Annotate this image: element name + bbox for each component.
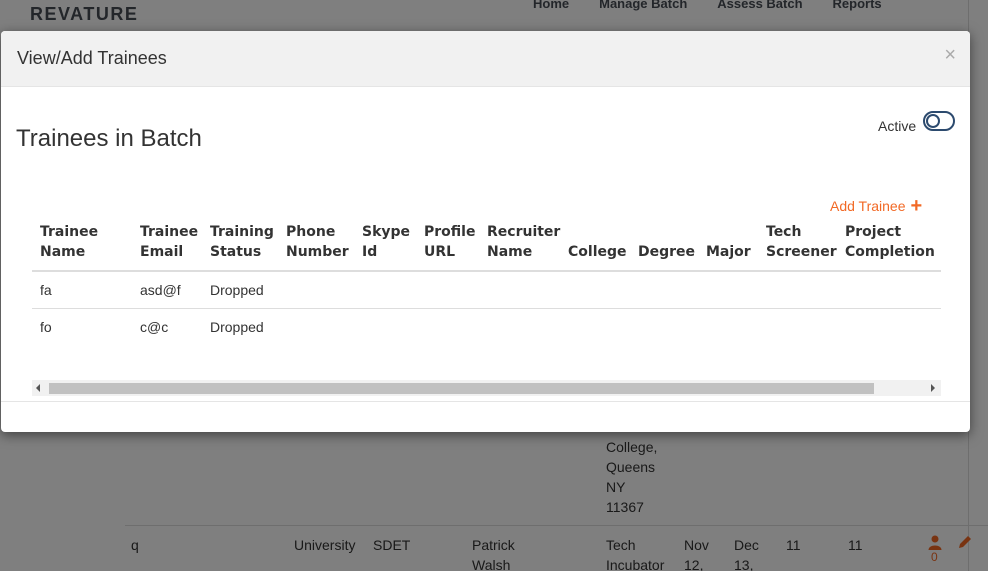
toggle-knob: [926, 114, 940, 128]
cell-tech-screener: [758, 271, 837, 308]
view-add-trainees-modal: View/Add Trainees × Trainees in Batch Ac…: [1, 31, 970, 432]
cell-college: [560, 271, 630, 308]
cell-training-status: Dropped: [202, 307, 278, 345]
cell-profile-url: [416, 307, 479, 345]
cell-degree: [630, 271, 698, 308]
scroll-right-icon[interactable]: [931, 384, 935, 392]
cell-recruiter-name: [479, 271, 560, 308]
horizontal-scrollbar[interactable]: [32, 380, 941, 396]
cell-trainee-email: asd@f: [140, 281, 181, 298]
cell-training-status: Dropped: [210, 281, 264, 298]
header-major[interactable]: Major: [698, 219, 758, 272]
cell-project-completion: [837, 271, 941, 308]
header-trainee-email[interactable]: Trainee Email: [132, 219, 202, 272]
section-title: Trainees in Batch: [16, 125, 202, 152]
cell-major: [698, 307, 758, 345]
trainees-table-container[interactable]: Trainee Name Trainee Email Training Status …: [32, 219, 941, 365]
active-label: Active: [878, 118, 917, 134]
table-row[interactable]: fo c@c Dropped: [32, 307, 941, 345]
cell-skype-id: [354, 307, 416, 345]
header-college[interactable]: College: [560, 219, 630, 272]
cell-phone-number: [278, 271, 354, 308]
cell-profile-url: [416, 271, 479, 308]
header-training-status[interactable]: Training Status: [202, 219, 278, 272]
scrollbar-thumb[interactable]: [49, 383, 874, 394]
table-row[interactable]: fa asd@f Dropped: [32, 271, 941, 308]
cell-trainee-name: fo: [32, 307, 132, 345]
cell-project-completion: [837, 307, 941, 345]
close-icon[interactable]: ×: [944, 45, 956, 65]
header-trainee-name[interactable]: Trainee Name: [32, 219, 132, 272]
cell-skype-id: [354, 271, 416, 308]
modal-footer: [1, 401, 970, 402]
cell-trainee-email: c@c: [132, 307, 202, 345]
header-tech-screener[interactable]: Tech Screener: [758, 219, 837, 272]
active-toggle[interactable]: [923, 111, 955, 131]
trainees-table: Trainee Name Trainee Email Training Status …: [32, 219, 941, 345]
table-header-row: Trainee Name Trainee Email Training Status …: [32, 219, 941, 272]
scroll-left-icon[interactable]: [36, 384, 40, 392]
header-phone-number[interactable]: Phone Number: [278, 219, 354, 272]
header-profile-url[interactable]: Profile URL: [416, 219, 479, 272]
plus-icon: +: [910, 195, 923, 217]
cell-college: [560, 307, 630, 345]
cell-major: [698, 271, 758, 308]
cell-trainee-name: fa: [40, 281, 52, 298]
header-project-completion[interactable]: Project Completion: [837, 219, 941, 272]
add-trainee-button[interactable]: Add Trainee +: [830, 195, 923, 217]
header-skype-id[interactable]: Skype Id: [354, 219, 416, 272]
header-degree[interactable]: Degree: [630, 219, 698, 272]
header-recruiter-name[interactable]: Recruiter Name: [479, 219, 560, 272]
cell-phone-number: [278, 307, 354, 345]
add-trainee-label: Add Trainee: [830, 198, 906, 214]
modal-header: View/Add Trainees ×: [1, 31, 970, 87]
cell-degree: [630, 307, 698, 345]
modal-title: View/Add Trainees: [17, 48, 167, 68]
cell-tech-screener: [758, 307, 837, 345]
cell-recruiter-name: [479, 307, 560, 345]
